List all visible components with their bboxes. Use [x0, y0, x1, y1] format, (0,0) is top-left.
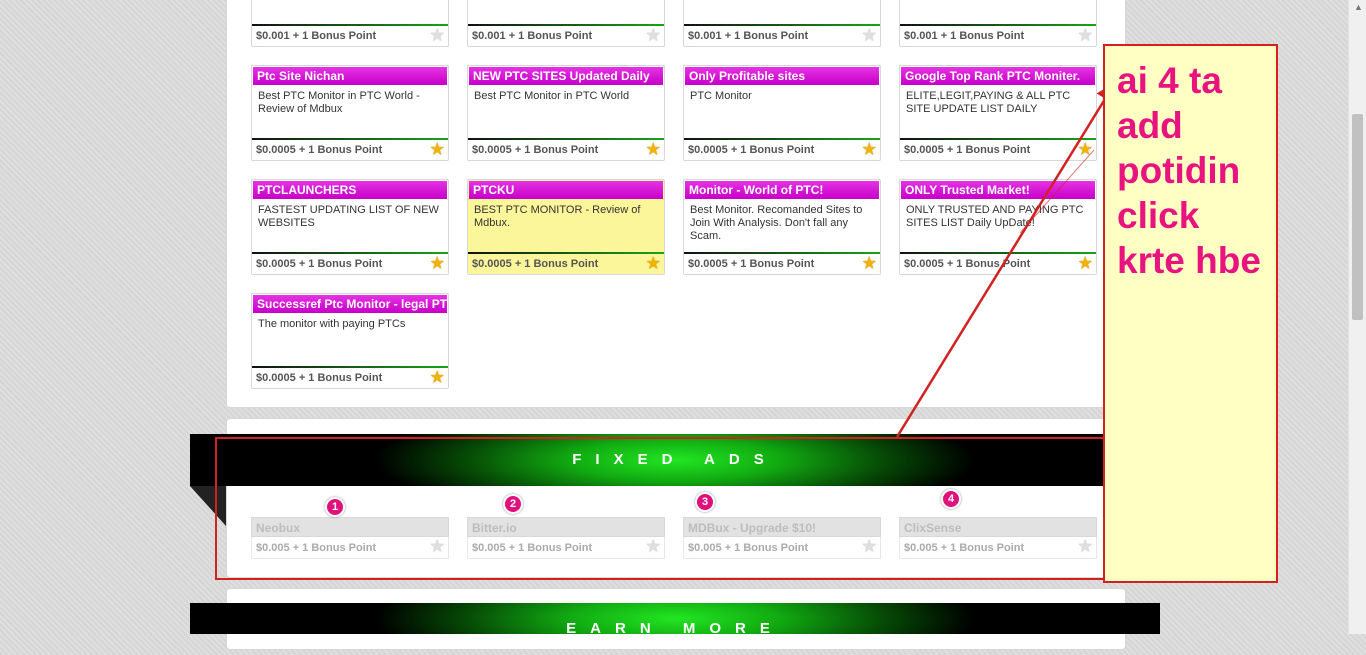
scroll-up-icon[interactable]: ▲ — [1354, 2, 1363, 12]
scrollbar-thumb[interactable] — [1352, 114, 1363, 320]
annotation-note: ai 4 ta add potidin click krte hbe — [1103, 44, 1278, 583]
scrollbar[interactable]: ▲ — [1348, 0, 1366, 634]
annotation-note-text: ai 4 ta add potidin click krte hbe — [1117, 60, 1261, 281]
